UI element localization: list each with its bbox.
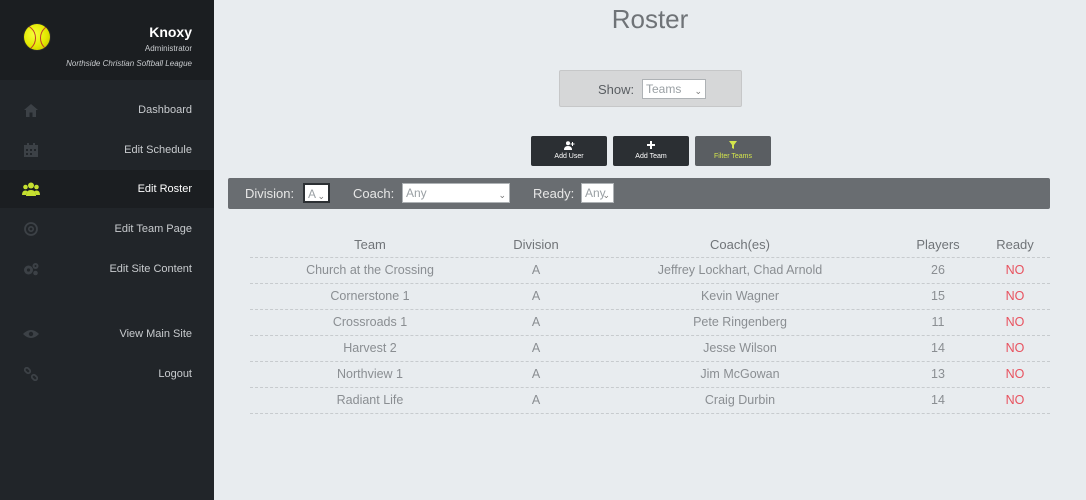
- users-icon: [22, 180, 40, 198]
- sidebar-item-label: Edit Roster: [137, 183, 192, 195]
- profile-league: Northside Christian Softball League: [66, 59, 192, 68]
- softball-logo-icon: [24, 24, 50, 50]
- gears-icon: [22, 260, 40, 278]
- sidebar-item-label: Dashboard: [138, 104, 192, 116]
- eye-icon: [22, 325, 40, 343]
- team-coaches: Jim McGowan: [700, 367, 780, 381]
- team-name[interactable]: Northview 1: [270, 367, 470, 381]
- ready-label: Ready:: [533, 186, 575, 201]
- chevron-down-icon: ⌄: [694, 86, 702, 96]
- show-select-value: Teams: [646, 82, 682, 96]
- sidebar-item-view-main-site[interactable]: View Main Site: [0, 315, 214, 353]
- team-name[interactable]: Crossroads 1: [270, 315, 470, 329]
- profile-panel: Knoxy Administrator Northside Christian …: [0, 0, 214, 80]
- team-name[interactable]: Harvest 2: [270, 341, 470, 355]
- ready-select[interactable]: Any ⌄: [581, 183, 614, 203]
- at-icon: [22, 220, 40, 238]
- coach-select[interactable]: Any ⌄: [402, 183, 510, 203]
- sidebar-item-label: Edit Team Page: [114, 223, 192, 235]
- team-coaches: Jesse Wilson: [703, 341, 777, 355]
- header-ready[interactable]: Ready: [978, 237, 1052, 252]
- table-row[interactable]: Harvest 2 A Jesse Wilson 14 NO: [250, 336, 1050, 362]
- table-row[interactable]: Radiant Life A Craig Durbin 14 NO: [250, 388, 1050, 414]
- filter-icon: [695, 141, 771, 151]
- coach-select-value: Any: [406, 186, 427, 200]
- sidebar-item-logout[interactable]: Logout: [0, 355, 214, 393]
- profile-name: Knoxy: [149, 24, 192, 40]
- team-players: 11: [931, 315, 945, 329]
- team-division: A: [531, 289, 541, 303]
- table-header: Team Division Coach(es) Players Ready: [250, 232, 1050, 258]
- header-players[interactable]: Players: [898, 237, 978, 252]
- sidebar-item-label: Logout: [158, 368, 192, 380]
- sidebar-item-edit-team-page[interactable]: Edit Team Page: [0, 210, 214, 248]
- team-name[interactable]: Cornerstone 1: [270, 289, 470, 303]
- show-selector-panel: Show: Teams ⌄: [559, 70, 742, 107]
- header-division[interactable]: Division: [486, 237, 586, 252]
- home-icon: [22, 101, 40, 119]
- coach-label: Coach:: [353, 186, 395, 201]
- team-ready-status: NO: [1005, 289, 1025, 303]
- team-division: A: [531, 393, 541, 407]
- filter-teams-button[interactable]: Filter Teams: [695, 136, 771, 166]
- team-players: 13: [931, 367, 945, 381]
- division-select-value: A: [308, 187, 317, 201]
- table-row[interactable]: Crossroads 1 A Pete Ringenberg 11 NO: [250, 310, 1050, 336]
- division-select[interactable]: A ⌄: [303, 183, 330, 203]
- table-row[interactable]: Cornerstone 1 A Kevin Wagner 15 NO: [250, 284, 1050, 310]
- header-team[interactable]: Team: [270, 237, 470, 252]
- team-division: A: [531, 263, 541, 277]
- team-division: A: [531, 315, 541, 329]
- team-players: 14: [931, 393, 945, 407]
- sidebar-item-label: Edit Site Content: [109, 263, 192, 275]
- page-title: Roster: [611, 4, 689, 34]
- add-user-button[interactable]: Add User: [531, 136, 607, 166]
- header-coaches[interactable]: Coach(es): [630, 237, 850, 252]
- profile-role: Administrator: [144, 44, 192, 53]
- sidebar: Knoxy Administrator Northside Christian …: [0, 0, 214, 500]
- team-ready-status: NO: [1005, 393, 1025, 407]
- team-coaches: Pete Ringenberg: [693, 315, 787, 329]
- roster-table: Team Division Coach(es) Players Ready Ch…: [250, 232, 1050, 414]
- sidebar-item-edit-schedule[interactable]: Edit Schedule: [0, 131, 214, 169]
- show-label: Show:: [598, 82, 635, 97]
- chevron-down-icon: ⌄: [317, 191, 325, 201]
- team-players: 15: [931, 289, 945, 303]
- sidebar-item-label: Edit Schedule: [124, 144, 192, 156]
- chevron-down-icon: ⌄: [602, 190, 610, 200]
- add-user-label: Add User: [554, 153, 584, 160]
- unlink-icon: [22, 365, 40, 383]
- sidebar-item-dashboard[interactable]: Dashboard: [0, 91, 214, 129]
- team-name[interactable]: Church at the Crossing: [270, 263, 470, 277]
- table-row[interactable]: Northview 1 A Jim McGowan 13 NO: [250, 362, 1050, 388]
- add-team-label: Add Team: [635, 153, 667, 160]
- team-coaches: Kevin Wagner: [700, 289, 780, 303]
- user-plus-icon: [531, 141, 607, 151]
- team-ready-status: NO: [1005, 263, 1025, 277]
- sidebar-item-edit-site-content[interactable]: Edit Site Content: [0, 250, 214, 288]
- filter-teams-label: Filter Teams: [714, 153, 752, 160]
- sidebar-item-label: View Main Site: [119, 328, 192, 340]
- team-name[interactable]: Radiant Life: [270, 393, 470, 407]
- calendar-icon: [22, 141, 40, 159]
- team-coaches: Jeffrey Lockhart, Chad Arnold: [657, 263, 823, 277]
- team-division: A: [531, 367, 541, 381]
- division-label: Division:: [245, 186, 295, 201]
- add-team-button[interactable]: Add Team: [613, 136, 689, 166]
- team-division: A: [531, 341, 541, 355]
- plus-icon: [613, 141, 689, 151]
- team-ready-status: NO: [1005, 315, 1025, 329]
- filter-bar: Division: A ⌄ Coach: Any ⌄ Ready: Any ⌄: [228, 178, 1050, 209]
- team-players: 26: [931, 263, 945, 277]
- chevron-down-icon: ⌄: [498, 190, 506, 200]
- team-coaches: Craig Durbin: [704, 393, 776, 407]
- team-players: 14: [931, 341, 945, 355]
- table-row[interactable]: Church at the Crossing A Jeffrey Lockhar…: [250, 258, 1050, 284]
- team-ready-status: NO: [1005, 341, 1025, 355]
- sidebar-item-edit-roster[interactable]: Edit Roster: [0, 170, 214, 208]
- team-ready-status: NO: [1005, 367, 1025, 381]
- show-select[interactable]: Teams ⌄: [642, 79, 706, 99]
